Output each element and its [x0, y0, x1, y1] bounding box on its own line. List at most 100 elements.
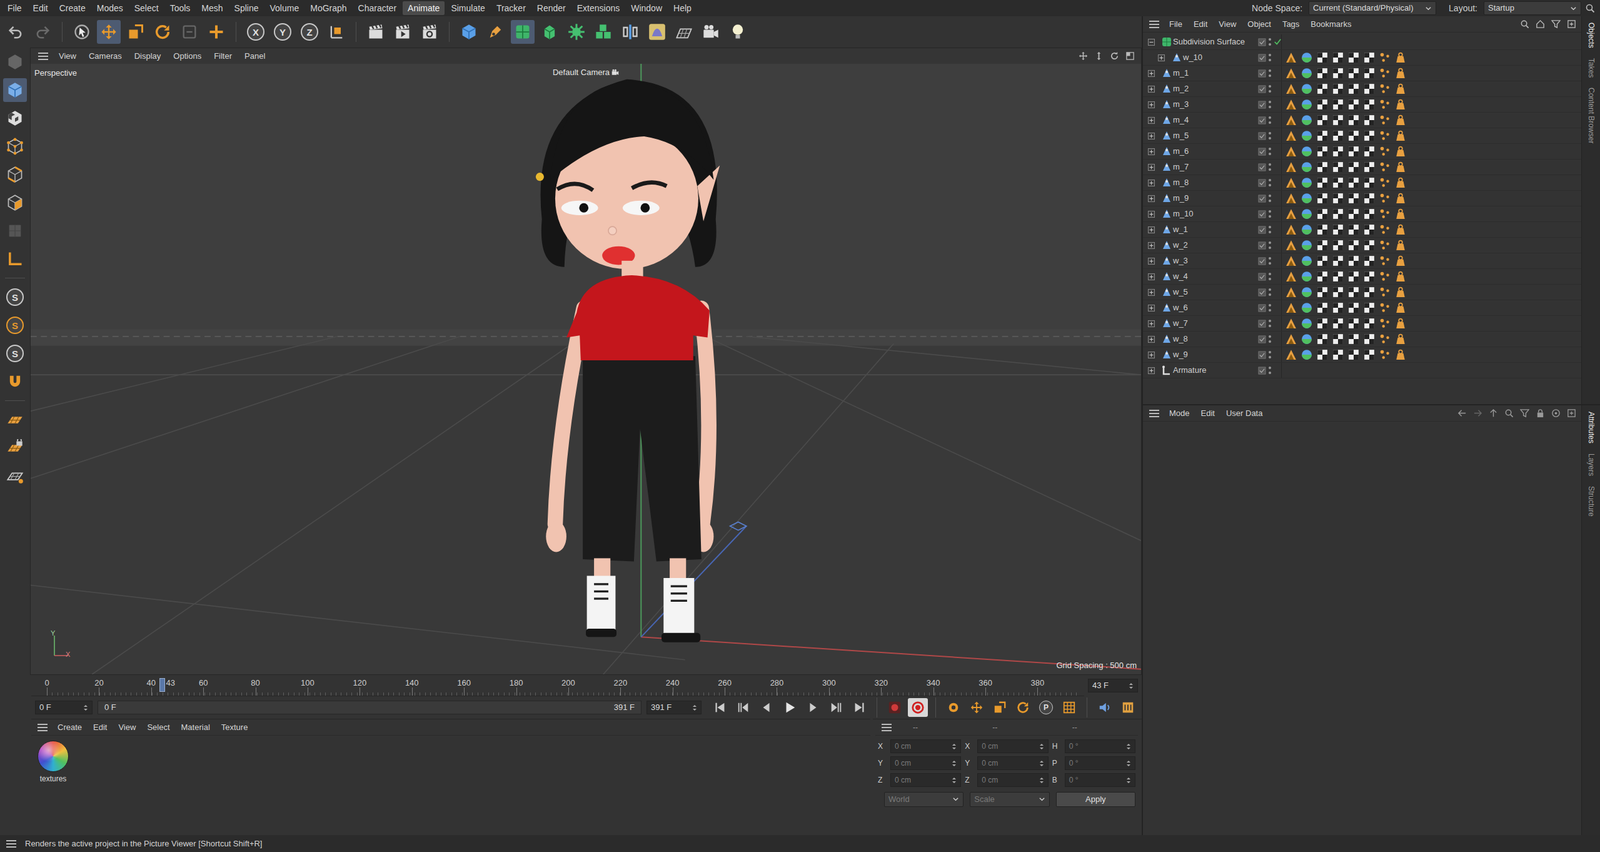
material-menu-item[interactable]: View [113, 720, 141, 734]
phong-tag-icon[interactable] [1285, 130, 1297, 142]
visibility-dots-icon[interactable] [1267, 256, 1272, 266]
object-row[interactable]: w_5 [1142, 284, 1582, 301]
uvw-tag-icon[interactable] [1332, 208, 1344, 220]
uvw-tag-icon[interactable] [1363, 161, 1375, 173]
uvw-tag-icon[interactable] [1348, 161, 1360, 173]
back-arrow-icon[interactable] [1457, 408, 1467, 418]
rsettings-button[interactable] [417, 20, 442, 44]
uvw-tag-icon[interactable] [1332, 114, 1344, 126]
uvw-tag-icon[interactable] [1332, 255, 1344, 267]
uvw-tag-icon[interactable] [1348, 301, 1360, 314]
menu-item[interactable]: Animate [402, 1, 445, 16]
enabled-off-icon[interactable] [1273, 100, 1282, 109]
uvw-tag-icon[interactable] [1316, 223, 1329, 236]
weight-tag-icon[interactable] [1394, 348, 1407, 361]
enabled-off-icon[interactable] [1273, 69, 1282, 77]
playhead[interactable] [159, 677, 166, 692]
layer-box-icon[interactable] [1257, 366, 1267, 375]
menu-item[interactable]: Render [532, 1, 571, 16]
tlview-button[interactable] [1117, 697, 1138, 717]
coordinate-field[interactable]: 0 cm [890, 739, 962, 753]
panel-menu-icon[interactable] [33, 722, 52, 733]
side-tab[interactable]: Content Browser [1585, 83, 1597, 147]
material-menu-item[interactable]: Edit [88, 720, 112, 734]
frame-range-slider[interactable]: 0 F391 F [97, 700, 642, 715]
spinner-icon[interactable] [1126, 759, 1132, 767]
add-button[interactable] [204, 20, 229, 44]
coordinate-field[interactable]: 0 ° [1064, 755, 1136, 770]
uvw-tag-icon[interactable] [1363, 255, 1375, 267]
menu-item[interactable]: Tracker [491, 1, 531, 16]
uvw-tag-icon[interactable] [1332, 333, 1344, 345]
vertex-map-tag-icon[interactable] [1379, 317, 1391, 329]
uvw-tag-icon[interactable] [1332, 348, 1344, 361]
material-menu-item[interactable]: Select [141, 720, 175, 734]
cloner-button[interactable] [564, 20, 589, 44]
phong-tag-icon[interactable] [1285, 255, 1297, 267]
vertex-map-tag-icon[interactable] [1379, 270, 1391, 282]
spinner-icon[interactable] [1126, 742, 1132, 750]
new-panel-icon[interactable] [1566, 19, 1577, 29]
spinner-icon[interactable] [1039, 776, 1045, 784]
layer-box-icon[interactable] [1257, 210, 1267, 219]
nextkey-button[interactable] [825, 697, 846, 717]
visibility-dots-icon[interactable] [1267, 37, 1272, 47]
scale-button[interactable] [123, 20, 148, 44]
expand-icon[interactable] [1147, 335, 1155, 343]
weight-tag-icon[interactable] [1394, 208, 1407, 220]
material-tag-icon[interactable] [1301, 333, 1313, 345]
material-tag-icon[interactable] [1301, 83, 1313, 95]
sound-button[interactable] [1094, 697, 1115, 717]
object-row[interactable]: w_8 [1142, 331, 1582, 348]
object-button[interactable] [3, 78, 27, 102]
vertex-map-tag-icon[interactable] [1379, 98, 1391, 111]
vertex-map-tag-icon[interactable] [1379, 286, 1391, 298]
expand-icon[interactable] [1147, 148, 1155, 156]
snap-button[interactable]: S [3, 285, 27, 309]
visibility-dots-icon[interactable] [1267, 131, 1272, 141]
enabled-off-icon[interactable] [1273, 256, 1282, 265]
panel-menu-icon[interactable] [2, 838, 21, 849]
layer-box-icon[interactable] [1257, 350, 1267, 359]
material-tag-icon[interactable] [1301, 208, 1313, 220]
menu-item[interactable]: MoGraph [305, 1, 352, 16]
material-menu-item[interactable]: Create [52, 720, 87, 734]
uvw-tag-icon[interactable] [1316, 333, 1329, 345]
uvw-tag-icon[interactable] [1316, 255, 1329, 267]
expand-icon[interactable] [1147, 163, 1155, 171]
symmetry-button[interactable] [618, 20, 643, 44]
object-row[interactable]: m_6 [1142, 143, 1582, 160]
expand-icon[interactable] [1147, 367, 1155, 374]
zoom-view-icon[interactable] [1094, 51, 1104, 61]
panel-menu-icon[interactable] [34, 51, 52, 62]
layer-box-icon[interactable] [1257, 100, 1267, 109]
vertex-map-tag-icon[interactable] [1379, 114, 1391, 126]
visibility-dots-icon[interactable] [1267, 193, 1272, 203]
object-row[interactable]: w_2 [1142, 237, 1582, 254]
uvw-tag-icon[interactable] [1332, 301, 1344, 314]
layer-box-icon[interactable] [1257, 194, 1267, 203]
axis-button[interactable]: X [243, 20, 268, 44]
panel-menu-icon[interactable] [877, 722, 896, 733]
expand-icon[interactable] [1147, 116, 1155, 124]
weight-tag-icon[interactable] [1394, 83, 1407, 95]
enabled-off-icon[interactable] [1273, 210, 1282, 218]
points-button[interactable] [3, 134, 27, 159]
record-button[interactable] [884, 697, 905, 717]
type-dropdown[interactable]: Scale [969, 791, 1050, 807]
lock-icon[interactable] [1535, 408, 1545, 418]
vertex-map-tag-icon[interactable] [1379, 145, 1391, 157]
spinner-icon[interactable] [951, 759, 957, 767]
material-tag-icon[interactable] [1301, 255, 1313, 267]
uvw-tag-icon[interactable] [1316, 114, 1329, 126]
side-tab[interactable]: Attributes [1585, 407, 1597, 448]
material-menu-item[interactable]: Material [176, 720, 216, 734]
viewport-menu-item[interactable]: Panel [238, 50, 271, 63]
uvw-tag-icon[interactable] [1363, 83, 1375, 95]
layer-box-icon[interactable] [1257, 272, 1267, 281]
autokey-button[interactable] [907, 697, 928, 717]
enabled-off-icon[interactable] [1273, 241, 1282, 249]
uvw-tag-icon[interactable] [1363, 317, 1375, 329]
search-icon[interactable] [1519, 19, 1530, 29]
coordinate-field[interactable]: 0 ° [1064, 739, 1136, 753]
